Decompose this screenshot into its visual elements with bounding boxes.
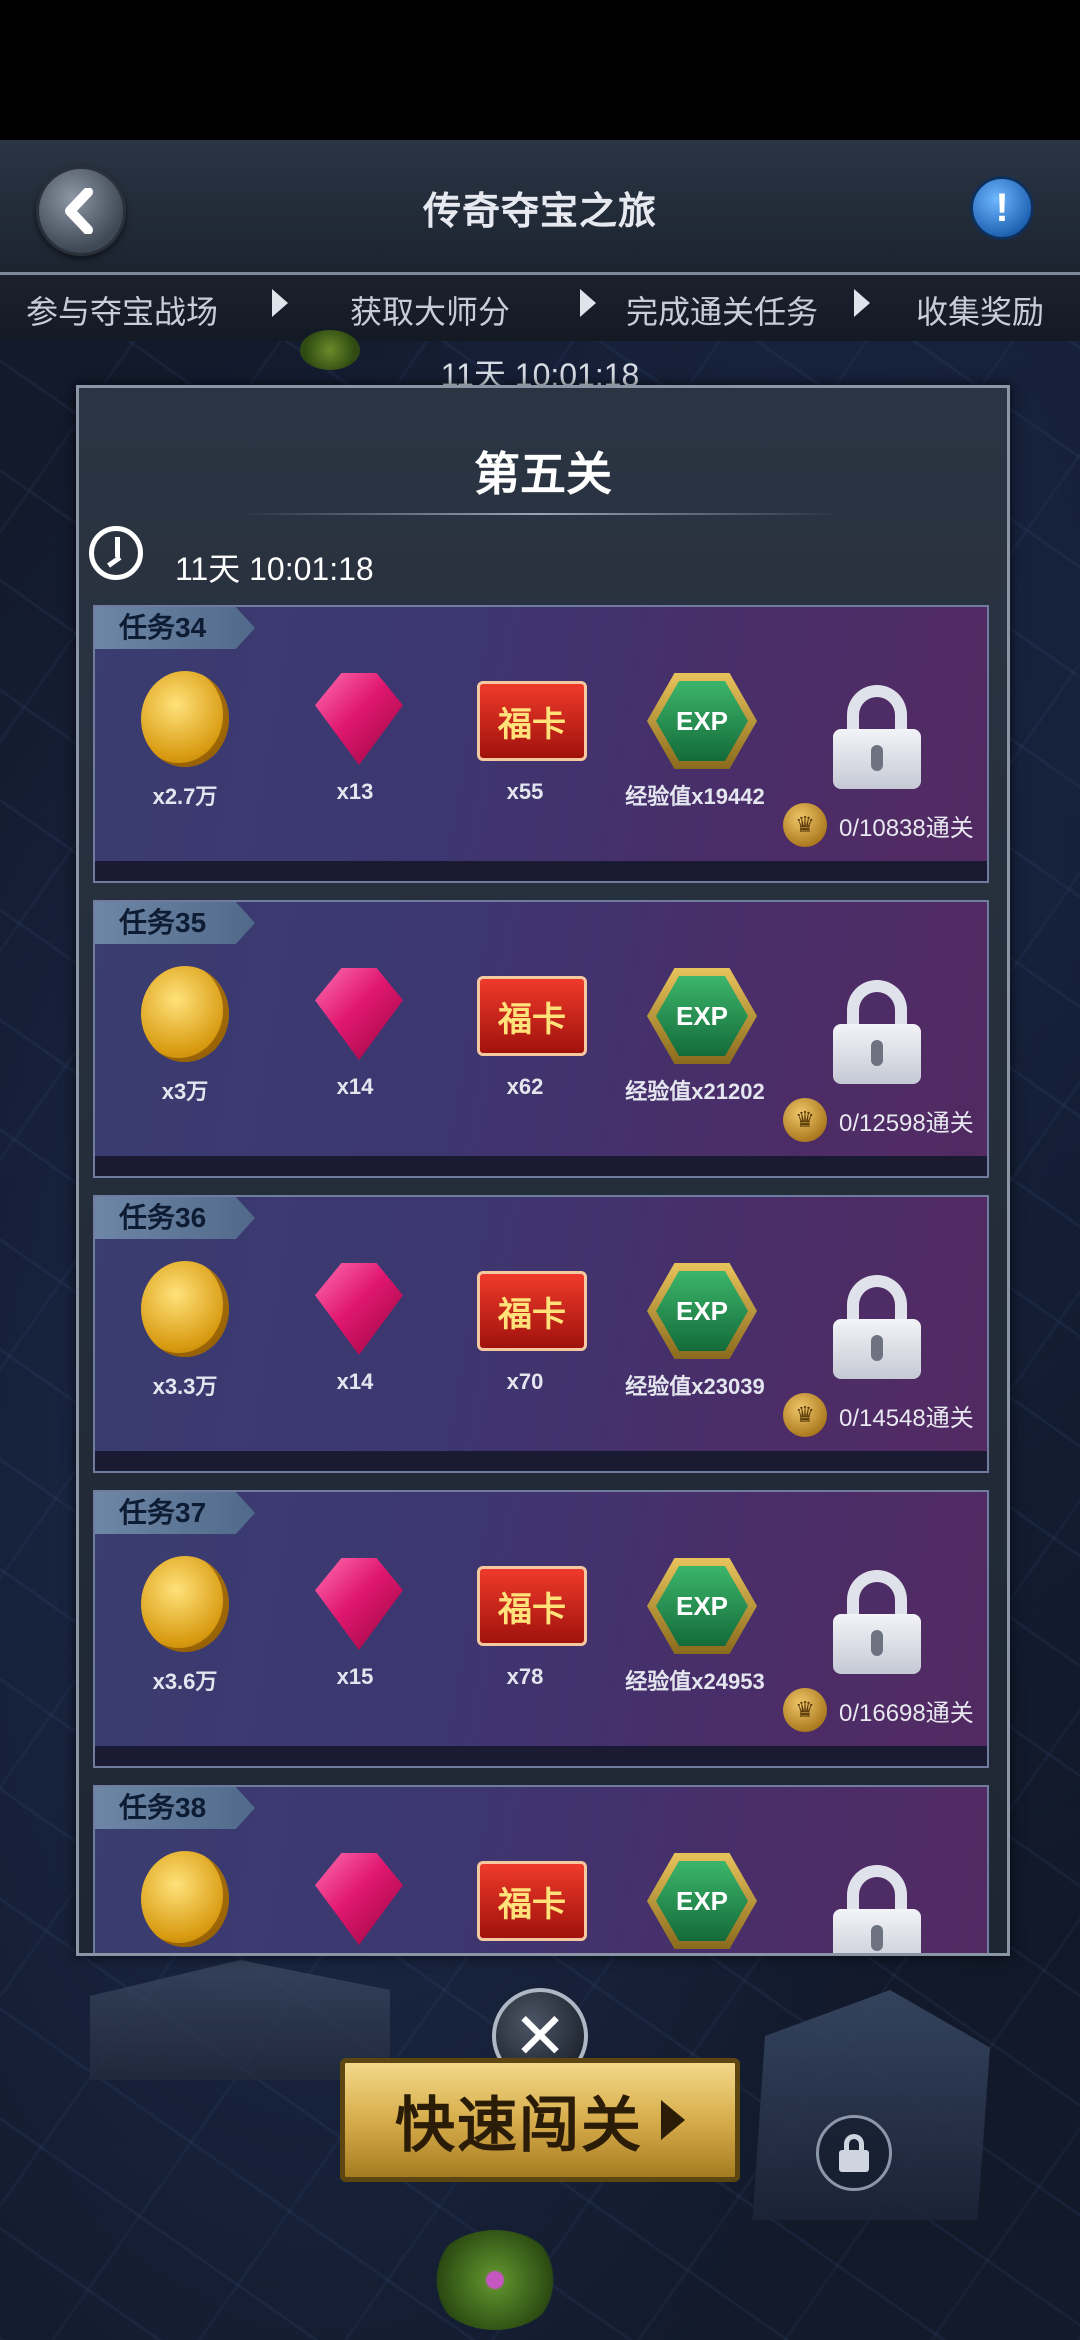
quick-challenge-button[interactable]: 快速闯关 [340, 2058, 740, 2182]
task-progress: ♛ 0/10838通关 [783, 803, 974, 847]
task-progress: ♛ 0/14548通关 [783, 1393, 974, 1437]
reward-cards-amount: x70 [506, 1369, 544, 1394]
play-arrow-icon [661, 2100, 685, 2140]
reward-exp-amount: 经验值x19442 [625, 784, 765, 809]
steps-bar: 参与夺宝战场 获取大师分 完成通关任务 收集奖励 [0, 275, 1080, 341]
reward-coins-amount: x3.3万 [152, 1374, 218, 1399]
task-label: 任务36 [95, 1197, 255, 1239]
task-card[interactable]: 任务35 x3万 x14 福卡 x62 EXP 经验值x21202 ♛ 0/12… [93, 900, 989, 1178]
step-join-battle: 参与夺宝战场 [26, 294, 219, 330]
reward-coins-amount: x3.6万 [152, 1669, 218, 1694]
task-card[interactable]: 任务34 x2.7万 x13 福卡 x55 EXP 经验值x19442 ♛ 0/… [93, 605, 989, 883]
level-panel: 第五关 11天 10:01:18 任务34 x2.7万 x13 福卡 x55 E… [76, 385, 1010, 1956]
title-divider [239, 513, 839, 515]
exp-badge-icon: EXP [647, 968, 757, 1064]
step-arrow-icon [580, 289, 596, 317]
fortune-card-icon: 福卡 [477, 1861, 587, 1941]
quick-challenge-label: 快速闯关 [395, 2090, 643, 2161]
fortune-card-icon: 福卡 [477, 681, 587, 761]
exp-badge-icon: EXP [647, 1263, 757, 1359]
gem-icon [315, 968, 403, 1060]
lock-icon [833, 980, 921, 1084]
crown-icon: ♛ [783, 1098, 827, 1142]
gem-icon [315, 1558, 403, 1650]
task-card[interactable]: 任务37 x3.6万 x15 福卡 x78 EXP 经验值x24953 ♛ 0/… [93, 1490, 989, 1768]
lock-icon [839, 2134, 869, 2172]
reward-cards-amount: x62 [506, 1074, 544, 1099]
gold-coin-icon [141, 671, 229, 767]
info-button[interactable]: ! [970, 176, 1034, 240]
progress-text: 0/12598通关 [839, 1109, 974, 1137]
level-timer: 11天 10:01:18 [175, 551, 374, 587]
reward-gems-amount: x15 [336, 1664, 374, 1689]
crown-icon: ♛ [783, 803, 827, 847]
step-get-master-points: 获取大师分 [350, 294, 511, 330]
gem-icon [315, 673, 403, 765]
reward-cards-amount: x78 [506, 1664, 544, 1689]
map-plant [430, 2230, 560, 2330]
gem-icon [315, 1263, 403, 1355]
crown-icon: ♛ [783, 1393, 827, 1437]
task-card[interactable]: 任务38 福卡 EXP [93, 1785, 989, 1953]
reward-cards-amount: x55 [506, 779, 544, 804]
task-label: 任务34 [95, 607, 255, 649]
reward-coins-amount: x2.7万 [152, 784, 218, 809]
task-progress: ♛ 0/12598通关 [783, 1098, 974, 1142]
progress-text: 0/10838通关 [839, 814, 974, 842]
fortune-card-icon: 福卡 [477, 1566, 587, 1646]
reward-gems-amount: x13 [336, 779, 374, 804]
lock-icon [833, 1275, 921, 1379]
task-label: 任务37 [95, 1492, 255, 1534]
gold-coin-icon [141, 966, 229, 1062]
reward-gems-amount: x14 [336, 1369, 374, 1394]
reward-coins-amount: x3万 [161, 1079, 209, 1104]
task-label: 任务38 [95, 1787, 255, 1829]
fortune-card-icon: 福卡 [477, 1271, 587, 1351]
clock-icon [89, 526, 143, 580]
step-collect-rewards: 收集奖励 [916, 294, 1045, 330]
status-bar [0, 0, 1080, 140]
map-lock-button[interactable] [816, 2115, 892, 2191]
crown-icon: ♛ [783, 1688, 827, 1732]
gold-coin-icon [141, 1556, 229, 1652]
lock-icon [833, 1865, 921, 1953]
fortune-card-icon: 福卡 [477, 976, 587, 1056]
lock-icon [833, 1570, 921, 1674]
progress-text: 0/14548通关 [839, 1404, 974, 1432]
task-card[interactable]: 任务36 x3.3万 x14 福卡 x70 EXP 经验值x23039 ♛ 0/… [93, 1195, 989, 1473]
exp-badge-icon: EXP [647, 673, 757, 769]
step-arrow-icon [854, 289, 870, 317]
page-title: 传奇夺宝之旅 [422, 191, 657, 233]
gem-icon [315, 1853, 403, 1945]
task-progress: ♛ 0/16698通关 [783, 1688, 974, 1732]
lock-icon [833, 685, 921, 789]
reward-exp-amount: 经验值x24953 [625, 1669, 765, 1694]
step-complete-tasks: 完成通关任务 [626, 294, 819, 330]
exp-badge-icon: EXP [647, 1853, 757, 1949]
reward-exp-amount: 经验值x23039 [625, 1374, 765, 1399]
gold-coin-icon [141, 1261, 229, 1357]
top-header: 传奇夺宝之旅 ! [0, 140, 1080, 275]
reward-gems-amount: x14 [336, 1074, 374, 1099]
level-title: 第五关 [474, 448, 612, 500]
gold-coin-icon [141, 1851, 229, 1947]
progress-text: 0/16698通关 [839, 1699, 974, 1727]
step-arrow-icon [272, 289, 288, 317]
task-label: 任务35 [95, 902, 255, 944]
exp-badge-icon: EXP [647, 1558, 757, 1654]
reward-exp-amount: 经验值x21202 [625, 1079, 765, 1104]
